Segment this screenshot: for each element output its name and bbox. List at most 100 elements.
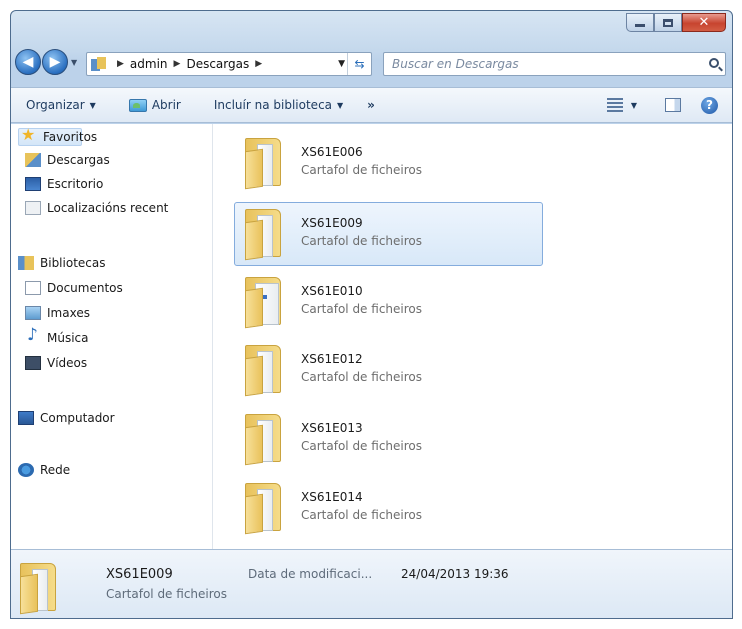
open-icon	[128, 98, 147, 112]
command-bar: Organizar ▼ Abrir Incluír na biblioteca …	[11, 87, 732, 123]
forward-button[interactable]: ▶	[42, 49, 68, 75]
nav-label: Descargas	[47, 153, 110, 167]
folder-icon	[245, 414, 281, 466]
organize-button[interactable]: Organizar ▼	[26, 98, 96, 112]
search-input[interactable]: Buscar en Descargas	[383, 52, 726, 76]
navigation-pane: Favoritos Descargas Escritorio Localizac…	[11, 124, 213, 549]
star-icon	[21, 127, 37, 144]
address-dropdown-icon[interactable]: ▼	[338, 59, 345, 69]
search-icon[interactable]	[709, 58, 719, 68]
refresh-button[interactable]: ⇆	[347, 53, 371, 75]
help-icon: ?	[701, 96, 718, 114]
organize-label: Organizar	[26, 98, 85, 112]
desktop-icon	[25, 177, 41, 191]
address-bar[interactable]: ▶ admin ▶ Descargas ▶ ▼ ⇆	[86, 52, 372, 76]
breadcrumb-separator-icon[interactable]: ▶	[174, 59, 181, 69]
more-label: »	[367, 98, 375, 112]
file-name: XS61E006	[301, 145, 363, 159]
pictures-icon	[25, 306, 41, 320]
nav-item-computer[interactable]: Computador	[18, 411, 115, 425]
close-icon: ✕	[698, 15, 710, 30]
file-item[interactable]: XS61E010 Cartafol de ficheiros	[234, 270, 543, 334]
folder-icon	[245, 138, 281, 190]
file-list: XS61E006 Cartafol de ficheiros XS61E009 …	[214, 124, 732, 549]
close-button[interactable]: ✕	[682, 13, 726, 32]
details-modified-value: 24/04/2013 19:36	[401, 567, 509, 581]
search-placeholder: Buscar en Descargas	[392, 57, 519, 71]
nav-label: Bibliotecas	[40, 256, 106, 270]
nav-item-recent-places[interactable]: Localizacións recent	[25, 201, 168, 215]
file-name: XS61E012	[301, 352, 363, 366]
file-name: XS61E013	[301, 421, 363, 435]
nav-label: Documentos	[47, 281, 123, 295]
network-icon	[18, 463, 34, 477]
nav-item-documents[interactable]: Documentos	[25, 281, 123, 295]
breadcrumb-admin[interactable]: admin	[130, 57, 168, 71]
file-name: XS61E010	[301, 284, 363, 298]
explorer-window: ✕ ◀ ▶ ▼ ▶ admin ▶ Descargas ▶ ▼ ⇆ Buscar…	[10, 10, 733, 619]
file-type: Cartafol de ficheiros	[301, 234, 422, 248]
file-type: Cartafol de ficheiros	[301, 302, 422, 316]
nav-item-desktop[interactable]: Escritorio	[25, 177, 103, 191]
breadcrumb-descargas[interactable]: Descargas	[186, 57, 249, 71]
folder-icon	[245, 483, 281, 535]
include-label: Incluír na biblioteca	[213, 98, 333, 112]
nav-label: Música	[47, 331, 89, 345]
open-button[interactable]: Abrir	[128, 98, 181, 112]
chevron-down-icon: ▼	[337, 100, 344, 110]
folder-with-document-icon	[245, 277, 281, 329]
libraries-icon	[18, 256, 34, 270]
downloads-icon	[25, 153, 41, 167]
file-name: XS61E014	[301, 490, 363, 504]
file-item[interactable]: XS61E013 Cartafol de ficheiros	[234, 407, 543, 471]
content-area: Favoritos Descargas Escritorio Localizac…	[11, 124, 732, 549]
preview-pane-icon	[665, 98, 681, 112]
nav-label: Rede	[40, 463, 71, 477]
chevron-down-icon: ▼	[89, 100, 96, 110]
folder-icon	[245, 345, 281, 397]
nav-label: Localizacións recent	[47, 201, 169, 215]
nav-item-music[interactable]: Música	[25, 327, 89, 345]
file-type: Cartafol de ficheiros	[301, 370, 422, 384]
breadcrumb-separator-icon[interactable]: ▶	[255, 59, 262, 69]
videos-icon	[25, 356, 41, 370]
nav-item-downloads[interactable]: Descargas	[25, 153, 110, 167]
refresh-icon: ⇆	[354, 57, 365, 71]
file-type: Cartafol de ficheiros	[301, 508, 422, 522]
details-file-name: XS61E009	[106, 567, 173, 582]
preview-pane-button[interactable]	[665, 98, 681, 112]
details-pane: XS61E009 Cartafol de ficheiros Data de m…	[11, 549, 732, 618]
recent-places-icon	[25, 201, 41, 215]
address-row: ◀ ▶ ▼ ▶ admin ▶ Descargas ▶ ▼ ⇆ Buscar e…	[11, 45, 732, 83]
file-item[interactable]: XS61E009 Cartafol de ficheiros	[234, 202, 543, 266]
details-modified-label: Data de modificaci...	[248, 567, 373, 581]
recent-pages-dropdown-icon[interactable]: ▼	[71, 58, 77, 67]
window-controls: ✕	[626, 13, 726, 32]
file-item[interactable]: XS61E006 Cartafol de ficheiros	[234, 131, 543, 195]
nav-item-images[interactable]: Imaxes	[25, 306, 90, 320]
maximize-icon	[663, 18, 673, 27]
nav-label: Favoritos	[43, 130, 98, 144]
nav-item-libraries[interactable]: Bibliotecas	[18, 256, 105, 270]
file-item[interactable]: XS61E012 Cartafol de ficheiros	[234, 338, 543, 402]
include-in-library-button[interactable]: Incluír na biblioteca ▼	[214, 98, 343, 112]
documents-icon	[25, 281, 41, 295]
change-view-button[interactable]: ▼	[606, 98, 637, 112]
details-file-type: Cartafol de ficheiros	[106, 587, 227, 601]
maximize-button[interactable]	[654, 13, 682, 32]
file-type: Cartafol de ficheiros	[301, 439, 422, 453]
back-arrow-icon: ◀	[22, 54, 34, 70]
back-button[interactable]: ◀	[15, 49, 41, 75]
help-button[interactable]: ?	[701, 96, 718, 114]
views-icon	[606, 98, 623, 112]
chevron-down-icon: ▼	[630, 100, 637, 110]
nav-item-favorites[interactable]: Favoritos	[18, 127, 97, 146]
nav-label: Vídeos	[47, 356, 88, 370]
file-item[interactable]: XS61E014 Cartafol de ficheiros	[234, 476, 543, 540]
minimize-button[interactable]	[626, 13, 654, 32]
nav-item-network[interactable]: Rede	[18, 463, 70, 477]
nav-item-videos[interactable]: Vídeos	[25, 356, 87, 370]
breadcrumb-separator-icon[interactable]: ▶	[117, 59, 124, 69]
more-commands-button[interactable]: »	[367, 98, 375, 112]
nav-label: Escritorio	[47, 177, 104, 191]
